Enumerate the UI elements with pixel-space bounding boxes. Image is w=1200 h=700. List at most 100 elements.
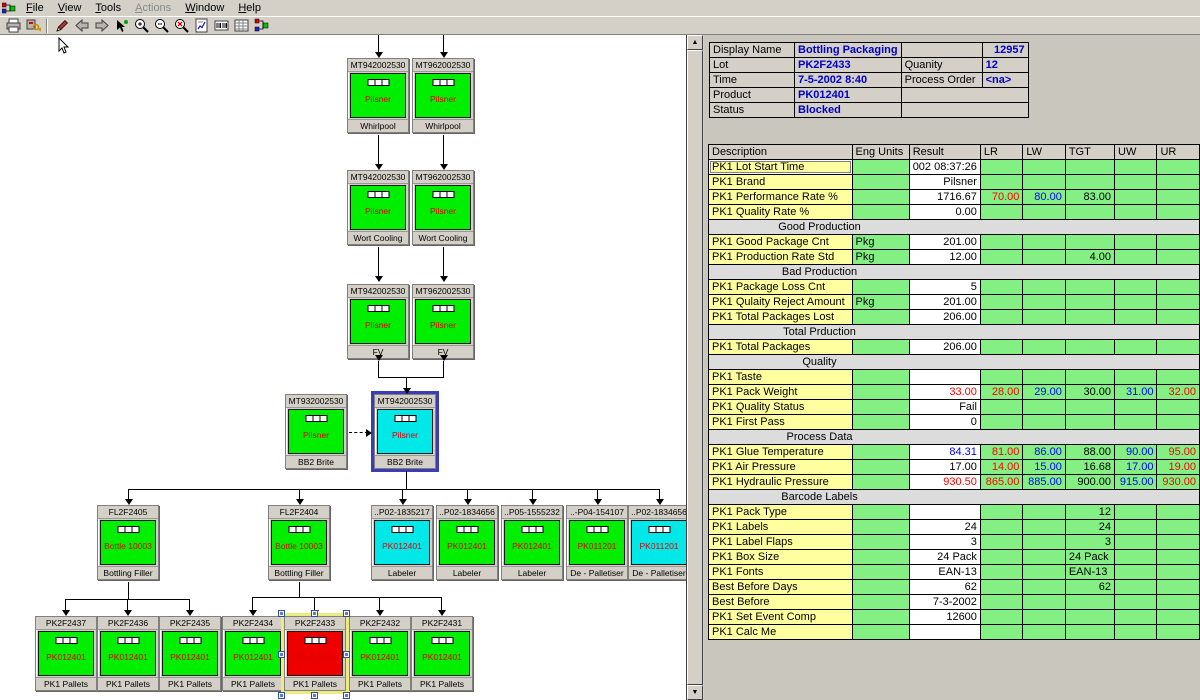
column-header[interactable]: UW <box>1115 145 1157 160</box>
column-header[interactable]: Result <box>909 145 980 160</box>
result-row[interactable]: PK1 Glue Temperature84.3181.0086.0088.00… <box>709 445 1200 460</box>
description-cell[interactable]: Best Before Days <box>709 580 853 595</box>
column-header[interactable]: Description <box>709 145 853 160</box>
description-cell[interactable]: Best Before <box>709 595 853 610</box>
scrollbar-thumb[interactable] <box>687 50 703 685</box>
description-cell[interactable]: PK1 Labels <box>709 520 853 535</box>
result-row[interactable]: PK1 Air Pressure17.0014.0015.0016.6817.0… <box>709 460 1200 475</box>
column-header[interactable]: LW <box>1023 145 1065 160</box>
description-cell[interactable]: PK1 Qulaity Reject Amount <box>709 295 853 310</box>
selection-handle[interactable] <box>278 610 285 617</box>
lot-node-p021834656[interactable]: ..P02-1834656PK011201De - Palletiser <box>628 505 687 580</box>
node-body[interactable]: Pilsner <box>350 299 406 344</box>
description-cell[interactable]: PK1 Pack Type <box>709 505 853 520</box>
lot-node-p04154107[interactable]: ..-P04-154107PK011201De - Palletiser <box>566 505 628 580</box>
node-body[interactable]: PK011201 <box>631 520 687 565</box>
node-body[interactable]: PK012401 <box>414 631 470 676</box>
lot-node-p051555232[interactable]: ..P05-1555232PK012401Labeler <box>501 505 563 580</box>
lot-node-p021835217[interactable]: ..P02-1835217PK012401Labeler <box>371 505 433 580</box>
result-row[interactable]: PK1 Lot Start Time002 08:37:26 <box>709 160 1200 175</box>
description-cell[interactable]: PK1 Brand <box>709 175 853 190</box>
lot-node-pk2f2437[interactable]: PK2F2437PK012401PK1 Pallets <box>35 616 97 691</box>
node-body[interactable]: Bottle 10003 <box>100 520 156 565</box>
node-body[interactable]: Pilsner <box>415 299 471 344</box>
result-row[interactable]: PK1 Labels2424 <box>709 520 1200 535</box>
selection-handle[interactable] <box>311 610 318 617</box>
lot-node-pk2f2432[interactable]: PK2F2432PK012401PK1 Pallets <box>349 616 411 691</box>
node-body[interactable]: Bottle 10003 <box>271 520 327 565</box>
genealogy-icon[interactable] <box>251 17 271 34</box>
result-row[interactable]: Best Before7-3-2002 <box>709 595 1200 610</box>
result-row[interactable]: PK1 Label Flaps33 <box>709 535 1200 550</box>
result-row[interactable]: PK1 FontsEAN-13EAN-13 <box>709 565 1200 580</box>
selection-handle[interactable] <box>278 692 285 699</box>
description-cell[interactable]: PK1 Total Packages <box>709 340 853 355</box>
forward-arrow-icon[interactable] <box>91 17 111 34</box>
result-row[interactable]: PK1 Total Packages Lost206.00 <box>709 310 1200 325</box>
lot-node-pk2f2435[interactable]: PK2F2435PK012401PK1 Pallets <box>159 616 221 691</box>
description-cell[interactable]: PK1 Package Loss Cnt <box>709 280 853 295</box>
description-cell[interactable]: PK1 First Pass <box>709 415 853 430</box>
menu-help[interactable]: Help <box>232 1 267 15</box>
node-body[interactable]: PK012401 <box>287 631 343 676</box>
result-row[interactable]: Best Before Days6262 <box>709 580 1200 595</box>
result-row[interactable]: PK1 Total Packages206.00 <box>709 340 1200 355</box>
lot-node-pk2f2436[interactable]: PK2F2436PK012401PK1 Pallets <box>97 616 159 691</box>
pencil-icon[interactable] <box>51 17 71 34</box>
node-body[interactable]: PK012401 <box>225 631 281 676</box>
lot-node-pk2f2431[interactable]: PK2F2431PK012401PK1 Pallets <box>411 616 473 691</box>
lot-node-p021834656[interactable]: ..P02-1834656PK012401Labeler <box>436 505 498 580</box>
menu-file[interactable]: File <box>20 1 50 15</box>
genealogy-tree-pane[interactable]: MT942002530PilsnerWhirlpoolMT962002530Pi… <box>0 35 687 700</box>
menu-window[interactable]: Window <box>179 1 230 15</box>
tree-vertical-scrollbar[interactable]: ▲ ▼ <box>687 35 703 700</box>
column-header[interactable]: LR <box>980 145 1022 160</box>
result-row[interactable]: PK1 Taste <box>709 370 1200 385</box>
column-header[interactable]: TGT <box>1065 145 1114 160</box>
lot-node-mt962002530[interactable]: MT962002530PilsnerWhirlpool <box>412 58 474 133</box>
column-header[interactable]: Eng Units <box>852 145 909 160</box>
lot-node-mt942002530[interactable]: MT942002530PilsnerWhirlpool <box>347 58 409 133</box>
zoom-reset-icon[interactable] <box>171 17 191 34</box>
lot-node-pk2f2434[interactable]: PK2F2434PK012401PK1 Pallets <box>222 616 284 691</box>
printer-icon[interactable] <box>3 17 23 34</box>
description-cell[interactable]: PK1 Performance Rate % <box>709 190 853 205</box>
result-row[interactable]: PK1 Pack Type12 <box>709 505 1200 520</box>
lot-node-mt962002530[interactable]: MT962002530PilsnerFV <box>412 284 474 359</box>
zoom-in-icon[interactable] <box>131 17 151 34</box>
description-cell[interactable]: PK1 Total Packages Lost <box>709 310 853 325</box>
node-body[interactable]: PK011201 <box>569 520 625 565</box>
node-body[interactable]: Pilsner <box>377 409 433 454</box>
lot-node-mt942002530[interactable]: MT942002530PilsnerBB2 Brite <box>374 394 436 469</box>
lot-node-mt932002530[interactable]: MT932002530PilsnerBB2 Brite <box>285 394 347 469</box>
selection-handle[interactable] <box>343 651 350 658</box>
description-cell[interactable]: PK1 Lot Start Time <box>709 160 853 175</box>
menu-tools[interactable]: Tools <box>89 1 127 15</box>
description-cell[interactable]: PK1 Box Size <box>709 550 853 565</box>
node-body[interactable]: PK012401 <box>100 631 156 676</box>
description-cell[interactable]: PK1 Quality Rate % <box>709 205 853 220</box>
barcode-icon[interactable] <box>211 17 231 34</box>
description-cell[interactable]: PK1 Label Flaps <box>709 535 853 550</box>
node-body[interactable]: Pilsner <box>415 185 471 230</box>
lot-node-mt942002530[interactable]: MT942002530PilsnerWort Cooling <box>347 170 409 245</box>
result-row[interactable]: PK1 Good Package CntPkg201.00 <box>709 235 1200 250</box>
scroll-up-button[interactable]: ▲ <box>687 35 703 50</box>
result-row[interactable]: PK1 Quality StatusFail <box>709 400 1200 415</box>
description-cell[interactable]: PK1 Fonts <box>709 565 853 580</box>
result-row[interactable]: PK1 Set Event Comp12600 <box>709 610 1200 625</box>
selection-handle[interactable] <box>343 610 350 617</box>
node-body[interactable]: Pilsner <box>350 73 406 118</box>
select-node-icon[interactable] <box>111 17 131 34</box>
column-header[interactable]: UR <box>1157 145 1200 160</box>
node-body[interactable]: PK012401 <box>439 520 495 565</box>
node-body[interactable]: Pilsner <box>415 73 471 118</box>
selection-handle[interactable] <box>278 651 285 658</box>
result-row[interactable]: PK1 Qulaity Reject AmountPkg201.00 <box>709 295 1200 310</box>
key-icon[interactable] <box>23 17 43 34</box>
description-cell[interactable]: PK1 Air Pressure <box>709 460 853 475</box>
node-body[interactable]: Pilsner <box>350 185 406 230</box>
grid-icon[interactable] <box>231 17 251 34</box>
node-body[interactable]: PK012401 <box>38 631 94 676</box>
lot-node-fl2f2405[interactable]: FL2F2405Bottle 10003Bottling Filler <box>97 505 159 580</box>
